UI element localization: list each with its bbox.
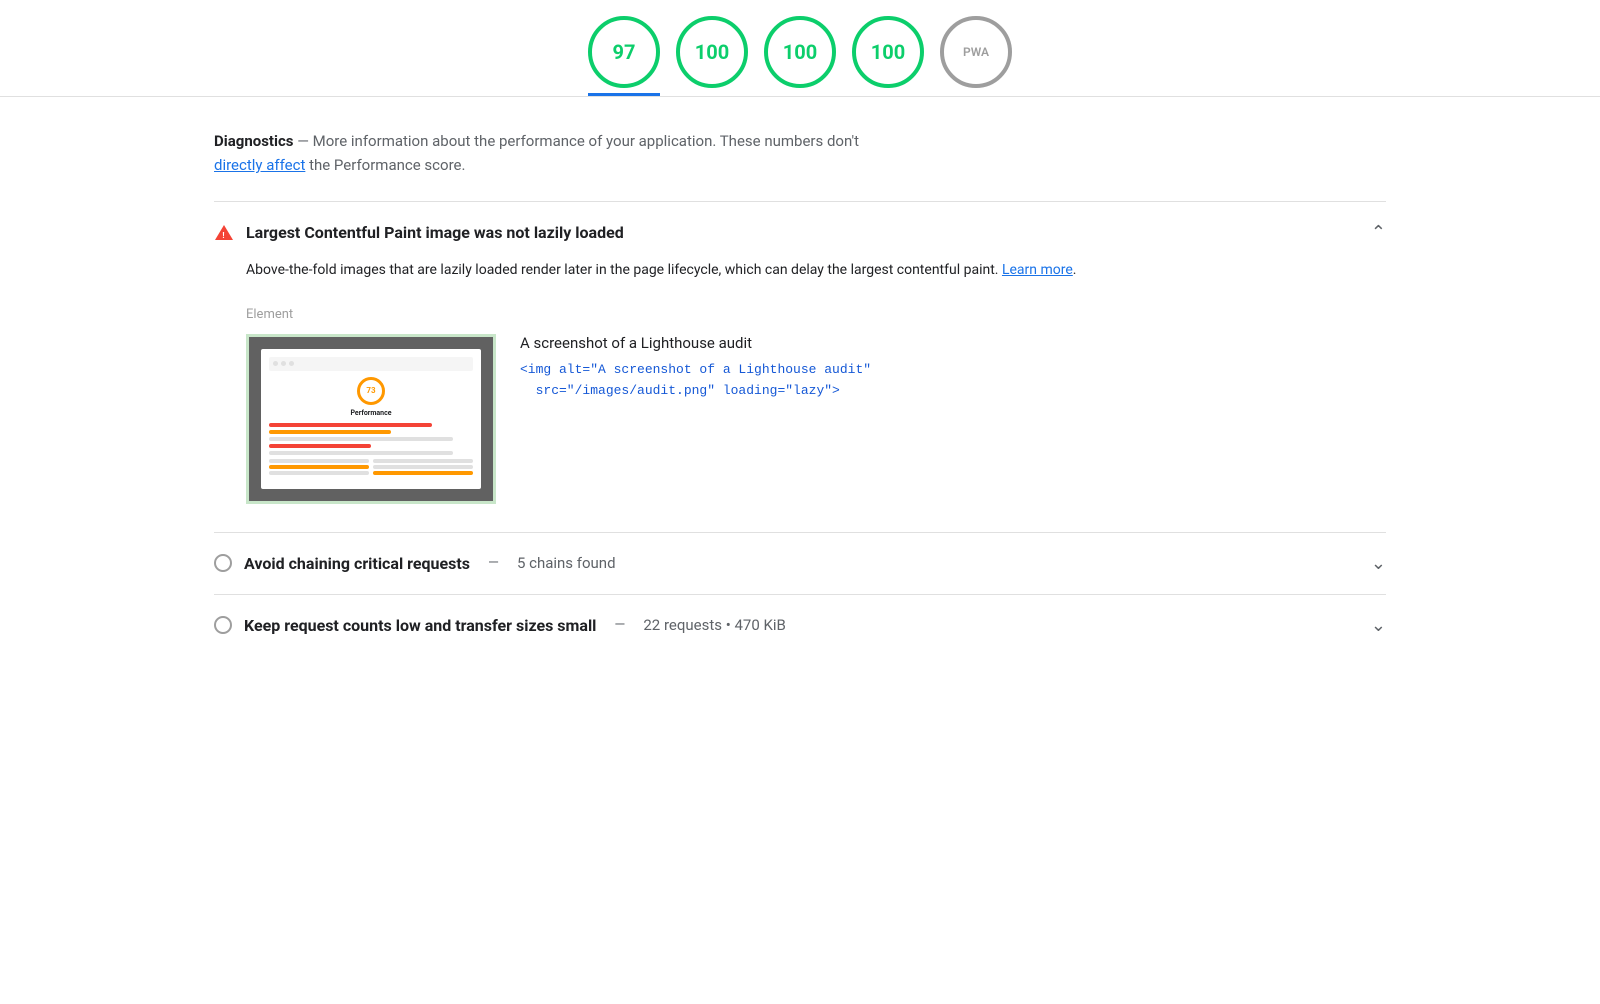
learn-more-link[interactable]: Learn more — [1002, 262, 1073, 278]
score-circle-best-practices: 100 — [764, 16, 836, 88]
score-pwa[interactable]: PWA — [940, 16, 1012, 96]
audit-request-counts: Keep request counts low and transfer siz… — [214, 594, 1386, 656]
audit-lcp-content: Above-the-fold images that are lazily lo… — [214, 243, 1386, 512]
main-content: Diagnostics — More information about the… — [150, 97, 1450, 688]
chevron-down-icon: ⌄ — [1371, 553, 1386, 574]
element-info: A screenshot of a Lighthouse audit <img … — [520, 334, 871, 402]
audit-chains-header-left: Avoid chaining critical requests — 5 cha… — [214, 554, 616, 573]
element-alt-text: A screenshot of a Lighthouse audit — [520, 334, 871, 352]
audit-critical-chains: Avoid chaining critical requests — 5 cha… — [214, 532, 1386, 594]
chevron-up-icon: ⌃ — [1371, 222, 1386, 243]
scores-bar: 97 100 100 100 PWA — [0, 0, 1600, 97]
warning-icon: ! — [214, 223, 234, 243]
score-accessibility[interactable]: 100 — [676, 16, 748, 96]
audit-lcp-description: Above-the-fold images that are lazily lo… — [246, 259, 1386, 283]
audit-requests-header[interactable]: Keep request counts low and transfer siz… — [214, 615, 1386, 636]
circle-icon-2 — [214, 616, 232, 634]
audit-lcp-lazy-load: ! Largest Contentful Paint image was not… — [214, 201, 1386, 532]
score-circle-seo: 100 — [852, 16, 924, 88]
svg-text:!: ! — [222, 231, 224, 240]
chevron-down-icon-2: ⌄ — [1371, 615, 1386, 636]
score-circle-accessibility: 100 — [676, 16, 748, 88]
circle-icon — [214, 554, 232, 572]
element-label: Element — [246, 307, 1386, 322]
audit-chains-header[interactable]: Avoid chaining critical requests — 5 cha… — [214, 553, 1386, 574]
score-circle-performance: 97 — [588, 16, 660, 88]
element-code: <img alt="A screenshot of a Lighthouse a… — [520, 360, 871, 402]
score-circle-pwa: PWA — [940, 16, 1012, 88]
audit-lcp-header[interactable]: ! Largest Contentful Paint image was not… — [214, 222, 1386, 243]
score-best-practices[interactable]: 100 — [764, 16, 836, 96]
directly-affect-link[interactable]: directly affect — [214, 156, 305, 174]
score-performance[interactable]: 97 — [588, 16, 660, 96]
element-thumbnail: 73 Performance — [246, 334, 496, 504]
audit-requests-header-left: Keep request counts low and transfer siz… — [214, 616, 786, 635]
diagnostics-section: Diagnostics — More information about the… — [214, 129, 1386, 177]
element-row: 73 Performance — [246, 334, 1386, 504]
audit-lcp-header-left: ! Largest Contentful Paint image was not… — [214, 223, 624, 243]
diagnostics-text: Diagnostics — More information about the… — [214, 129, 1386, 177]
score-seo[interactable]: 100 — [852, 16, 924, 96]
